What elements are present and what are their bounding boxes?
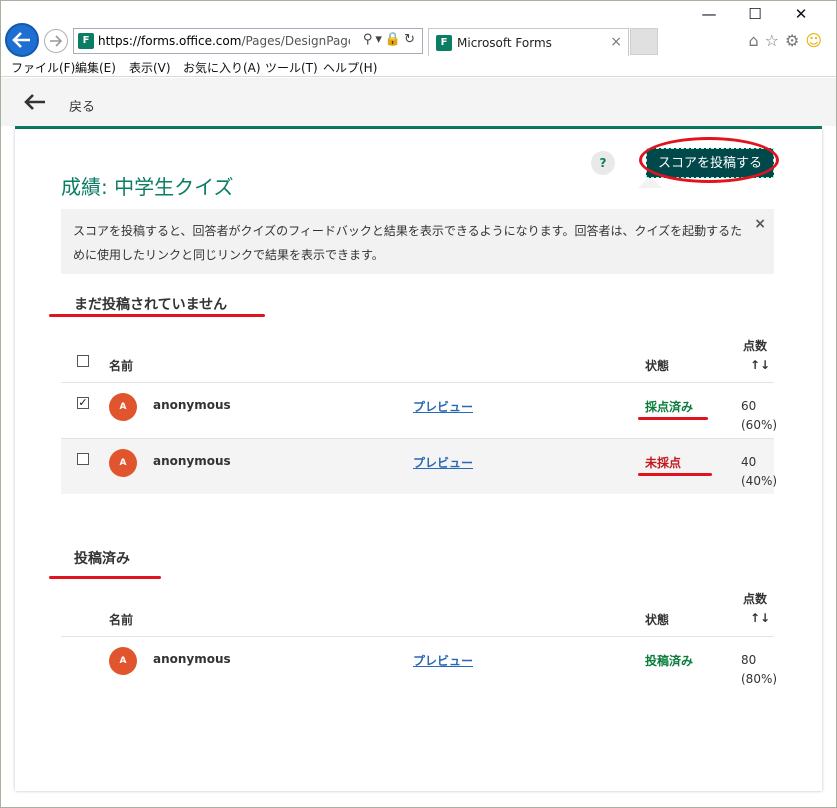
url-text[interactable]: https://forms.office.com/Pages/DesignPag… [98,34,350,48]
annotation-underline [49,314,265,317]
arrow-left-icon [12,32,30,48]
close-window-button[interactable]: ✕ [778,5,824,23]
avatar: A [109,647,137,675]
score-value: 80 (80%) [741,651,777,689]
menu-file[interactable]: ファイル(F) [11,59,75,76]
sort-icon[interactable]: ↑↓ [750,611,770,625]
refresh-icon[interactable]: ↻ [404,32,418,47]
forms-favicon-icon: F [78,33,94,49]
home-icon[interactable]: ⌂ [748,31,764,50]
preview-link[interactable]: プレビュー [413,398,473,415]
search-icon[interactable]: ⚲ [363,32,376,47]
score-percent: (40%) [741,474,778,488]
column-score[interactable]: 点数 [743,590,767,607]
status-badge: 採点済み [645,400,694,414]
forms-favicon-icon: F [436,35,452,51]
sort-icon[interactable]: ↑↓ [750,358,770,372]
browser-forward-button[interactable] [44,29,68,53]
star-icon[interactable]: ☆ [765,31,785,50]
score-percent: (60%) [741,418,778,432]
back-label[interactable]: 戻る [69,96,95,115]
table-row[interactable]: ✓ A anonymous プレビュー 採点済み 60 (60%) [61,382,777,438]
score-points: 40 [741,455,757,469]
address-bar[interactable]: F https://forms.office.com/Pages/DesignP… [73,28,423,54]
menu-edit[interactable]: 編集(E) [75,59,116,76]
page-back-button[interactable] [23,93,47,115]
dropdown-icon[interactable]: ▾ [375,32,385,47]
menu-help[interactable]: ヘルプ(H) [323,59,377,76]
menu-view[interactable]: 表示(V) [129,59,171,76]
column-status: 状態 [645,359,670,373]
gear-icon[interactable]: ⚙ [785,31,805,50]
unposted-heading: まだ投稿されていません [74,297,228,313]
score-points: 60 [741,399,757,413]
tab-close-icon[interactable]: × [610,34,622,50]
preview-link[interactable]: プレビュー [413,652,473,669]
menu-favorites[interactable]: お気に入り(A) [183,59,261,76]
annotation-underline [638,417,708,420]
select-all-checkbox[interactable] [77,355,89,367]
arrow-right-icon [50,35,63,47]
close-icon[interactable]: × [754,216,766,232]
respondent-name: anonymous [153,652,231,666]
arrow-left-icon [24,94,45,110]
new-tab-button[interactable] [630,28,658,55]
smiley-icon[interactable]: ☺ [805,31,828,50]
url-host: https://forms.office.com [98,34,242,48]
browser-tools: ⌂☆⚙☺ [748,31,828,50]
minimize-button[interactable]: — [686,5,732,23]
respondent-name: anonymous [153,454,231,468]
score-value: 40 (40%) [741,453,777,491]
column-name: 名前 [109,613,134,627]
window-controls: — ☐ ✕ [686,5,824,23]
column-score[interactable]: 点数 [743,337,767,354]
posted-heading: 投稿済み [74,551,130,567]
url-path: /Pages/DesignPage.aspx [241,34,350,48]
preview-link[interactable]: プレビュー [413,454,473,471]
annotation-circle [639,137,779,183]
status-badge: 未採点 [645,456,682,470]
column-name: 名前 [109,359,134,373]
table-row[interactable]: A anonymous プレビュー 未採点 40 (40%) [61,438,777,494]
score-percent: (80%) [741,672,778,686]
page-title: 成績: 中学生クイズ [61,175,234,199]
annotation-underline [49,576,161,579]
avatar: A [109,393,137,421]
browser-window: F https://forms.office.com/Pages/DesignP… [0,0,837,808]
menu-bar: ファイル(F) 編集(E) 表示(V) お気に入り(A) ツール(T) ヘルプ(… [1,57,836,77]
browser-tab[interactable]: F Microsoft Forms × [428,28,629,56]
row-checkbox[interactable]: ✓ [77,397,89,409]
row-checkbox[interactable] [77,453,89,465]
table-row[interactable]: A anonymous プレビュー 投稿済み 80 (80%) [61,636,777,692]
menu-tools[interactable]: ツール(T) [265,59,318,76]
maximize-button[interactable]: ☐ [732,5,778,23]
status-badge: 投稿済み [645,654,694,668]
page-toolbar: 戻る [1,78,836,126]
score-points: 80 [741,653,757,667]
results-card: 成績: 中学生クイズ ? スコアを投稿する スコアを投稿すると、回答者がクイズの… [15,129,822,791]
address-bar-icons: ⚲▾🔒↻ [363,32,418,47]
title-bar: F https://forms.office.com/Pages/DesignP… [1,1,836,57]
avatar: A [109,449,137,477]
respondent-name: anonymous [153,398,231,412]
info-text: スコアを投稿すると、回答者がクイズのフィードバックと結果を表示できるようになりま… [73,224,743,262]
score-value: 60 (60%) [741,397,777,435]
tab-title: Microsoft Forms [457,36,552,50]
column-status: 状態 [645,613,670,627]
help-button[interactable]: ? [591,151,615,175]
annotation-underline [638,473,712,476]
info-banner: スコアを投稿すると、回答者がクイズのフィードバックと結果を表示できるようになりま… [61,209,774,274]
lock-icon[interactable]: 🔒 [385,32,404,47]
browser-back-button[interactable] [5,23,39,57]
